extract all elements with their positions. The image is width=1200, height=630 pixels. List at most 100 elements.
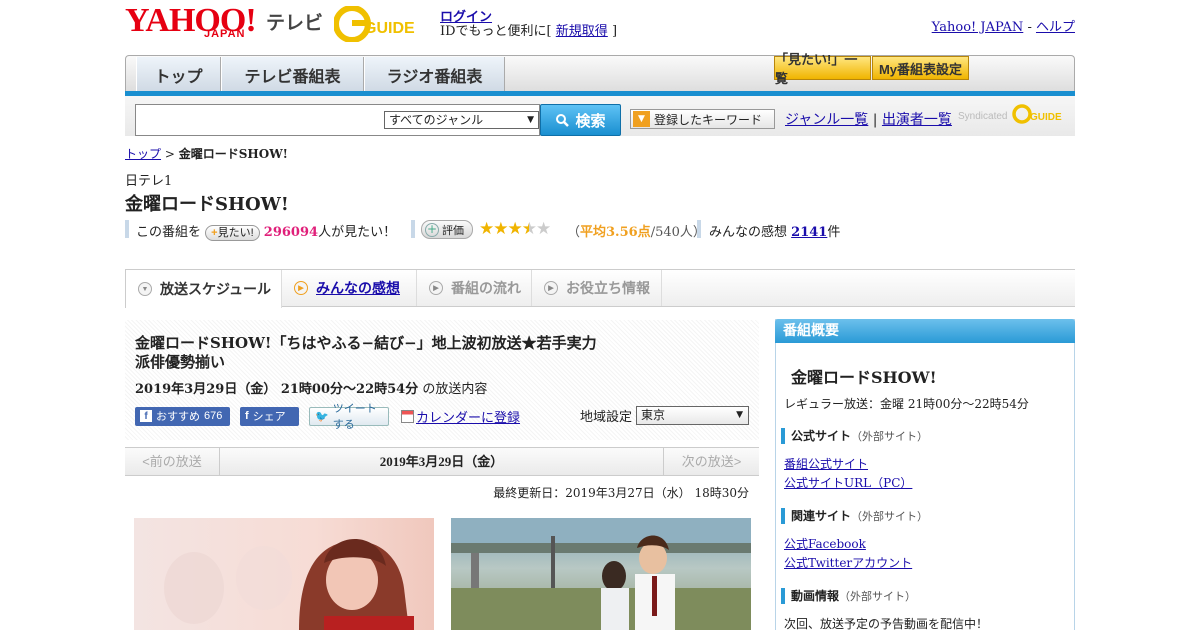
facebook-recommend-count: 676 (204, 410, 223, 422)
twitter-link[interactable]: 公式Twitterアカウント (784, 554, 912, 571)
twitter-bird-icon: 🐦 (315, 410, 329, 423)
chevron-down-icon: ▼ (527, 115, 534, 125)
region-select-value: 東京 (641, 408, 666, 422)
social-buttons: f おすすめ 676 f シェア 🐦 ツイートする カレンダーに登録 (135, 403, 520, 431)
chevron-right-circle-icon: ▶ (294, 281, 308, 295)
star-icon: ★ (507, 219, 523, 239)
my-schedule-button[interactable]: My番組表設定 (872, 56, 969, 80)
impressions-count-link[interactable]: 2141 (791, 225, 827, 240)
prev-broadcast-button[interactable]: <前の放送 (125, 448, 220, 475)
tab-impressions[interactable]: ▶ みんなの感想 (282, 270, 417, 306)
tab-program-flow-label: 番組の流れ (451, 280, 521, 296)
breadcrumb-current: 金曜ロードSHOW! (178, 147, 288, 161)
tweet-button[interactable]: 🐦 ツイートする (309, 403, 389, 431)
breadcrumb-top[interactable]: トップ (125, 147, 161, 161)
rating-stars: ★★★★★ (479, 219, 551, 239)
channel-name: 日テレ1 (125, 174, 173, 189)
login-sub-text: IDでもっと便利に[ 新規取得 ] (440, 20, 617, 39)
chevron-down-circle-icon: ▼ (138, 282, 152, 296)
breadcrumb-separator: > (164, 147, 175, 161)
syndicated-text: Syndicated (958, 111, 1008, 122)
page-title: 金曜ロードSHOW! (125, 194, 289, 215)
rating-label: 平均3.56点 (580, 225, 651, 240)
episode-date-suffix: の放送内容 (422, 382, 488, 397)
mitai-button[interactable]: +見たい! (205, 224, 260, 241)
search-button[interactable]: 検索 (540, 104, 621, 136)
external-note: （外部サイト） (839, 590, 917, 603)
tab-useful-info-label: お役立ち情報 (566, 280, 650, 296)
video-info-heading-label: 動画情報 (791, 589, 840, 603)
performer-list-link[interactable]: 出演者一覧 (882, 112, 952, 128)
tab-impressions-label[interactable]: みんなの感想 (316, 278, 400, 298)
impressions-label: みんなの感想 (709, 225, 788, 240)
search-button-label: 検索 (575, 112, 606, 130)
nav-tab-tv-schedule[interactable]: テレビ番組表 (221, 57, 364, 92)
rate-button[interactable]: + 評価 (421, 220, 473, 239)
top-links: Yahoo! JAPAN - ヘルプ (932, 16, 1075, 35)
impressions-suffix: 件 (827, 225, 841, 240)
gguide-logo[interactable]: GUIDE (333, 5, 432, 43)
genre-links-divider: | (872, 112, 878, 128)
mitai-button-label: 見たい! (217, 226, 254, 239)
facebook-share-button[interactable]: f シェア (240, 406, 299, 426)
genre-list-link[interactable]: ジャンル一覧 (785, 112, 868, 128)
official-site-link[interactable]: 番組公式サイト (784, 455, 868, 472)
chevron-down-icon: ▼ (736, 410, 744, 420)
mitai-count: 296094 (263, 225, 319, 240)
tweet-label: ツイートする (332, 403, 377, 431)
mitai-suffix: 人が見たい！ (318, 225, 397, 240)
login-sub-prefix: IDでもっと便利に[ (440, 24, 552, 39)
facebook-recommend-label: おすすめ (156, 411, 200, 423)
top-links-separator: - (1027, 20, 1032, 35)
rating-prefix: （ (567, 225, 581, 240)
next-broadcast-button[interactable]: 次の放送> (663, 448, 759, 475)
episode-photo-2 (451, 518, 751, 630)
mitai-stat-prefix: この番組を (136, 225, 202, 240)
mitai-list-button[interactable]: 「見たい!」一覧 (774, 52, 871, 86)
region-setting: 地域設定 東京 ▼ (580, 406, 750, 425)
program-overview-header: 番組概要 (775, 319, 1075, 343)
facebook-link[interactable]: 公式Facebook (784, 535, 866, 552)
star-icon: ★ (493, 219, 508, 239)
tv-logo-text: テレビ (266, 13, 324, 34)
official-site-pc-link[interactable]: 公式サイトURL（PC） (784, 474, 912, 491)
tab-broadcast-schedule[interactable]: ▼ 放送スケジュール (125, 270, 282, 308)
calendar-register[interactable]: カレンダーに登録 (401, 407, 520, 426)
episode-date-value: 2019年3月29日（金） 21時00分～22時54分 (135, 382, 419, 397)
related-site-heading: 関連サイト（外部サイト） (781, 508, 928, 524)
region-select[interactable]: 東京 ▼ (636, 406, 750, 425)
program-stats-row: この番組を +見たい! 296094人が見たい！ + 評価 ★★★★★ （平均3… (125, 219, 1075, 241)
help-link[interactable]: ヘルプ (1036, 20, 1075, 35)
triangle-down-icon: ▼ (633, 111, 650, 127)
program-tabs: ▼ 放送スケジュール ▶ みんなの感想 ▶ 番組の流れ ▶ お役立ち情報 (125, 269, 1075, 308)
nav-tab-top[interactable]: トップ (136, 57, 221, 92)
gguide-small-logo-text: GUIDE (1030, 112, 1062, 123)
nav-tab-radio-schedule[interactable]: ラジオ番組表 (364, 57, 505, 92)
genre-links: ジャンル一覧 | 出演者一覧 (785, 109, 952, 129)
rating-average: （平均3.56点/540人） (567, 221, 706, 240)
mitai-stat: この番組を +見たい! 296094人が見たい！ (136, 221, 396, 241)
chevron-right-circle-icon: ▶ (544, 281, 558, 295)
episode-photo-1 (134, 518, 434, 630)
facebook-recommend-button[interactable]: f おすすめ 676 (135, 406, 230, 426)
yahoo-japan-link[interactable]: Yahoo! JAPAN (932, 20, 1024, 35)
registered-keywords-button[interactable]: ▼ 登録したキーワード (630, 109, 775, 129)
official-site-heading: 公式サイト（外部サイト） (781, 428, 928, 444)
external-note: （外部サイト） (851, 430, 929, 443)
tab-useful-info[interactable]: ▶ お役立ち情報 (532, 270, 662, 306)
region-label: 地域設定 (580, 410, 633, 425)
genre-select-value: すべてのジャンル (389, 113, 484, 127)
divider-bar (411, 220, 415, 238)
episode-date: 2019年3月29日（金） 21時00分～22時54分 の放送内容 (135, 378, 487, 397)
calendar-register-link[interactable]: カレンダーに登録 (416, 407, 520, 426)
registered-keywords-label: 登録したキーワード (654, 112, 763, 127)
signup-link[interactable]: 新規取得 (556, 24, 608, 39)
video-info-heading: 動画情報（外部サイト） (781, 588, 916, 604)
rate-button-label: 評価 (442, 223, 464, 237)
genre-select[interactable]: すべてのジャンル ▼ (384, 111, 539, 129)
tab-program-flow[interactable]: ▶ 番組の流れ (417, 270, 532, 306)
empty-star-icon: ★ (536, 219, 551, 239)
related-site-heading-label: 関連サイト (791, 509, 852, 523)
broadcast-pager: <前の放送 2019年3月29日（金） 次の放送> (125, 447, 759, 476)
gguide-logo-text: GUIDE (364, 20, 415, 37)
